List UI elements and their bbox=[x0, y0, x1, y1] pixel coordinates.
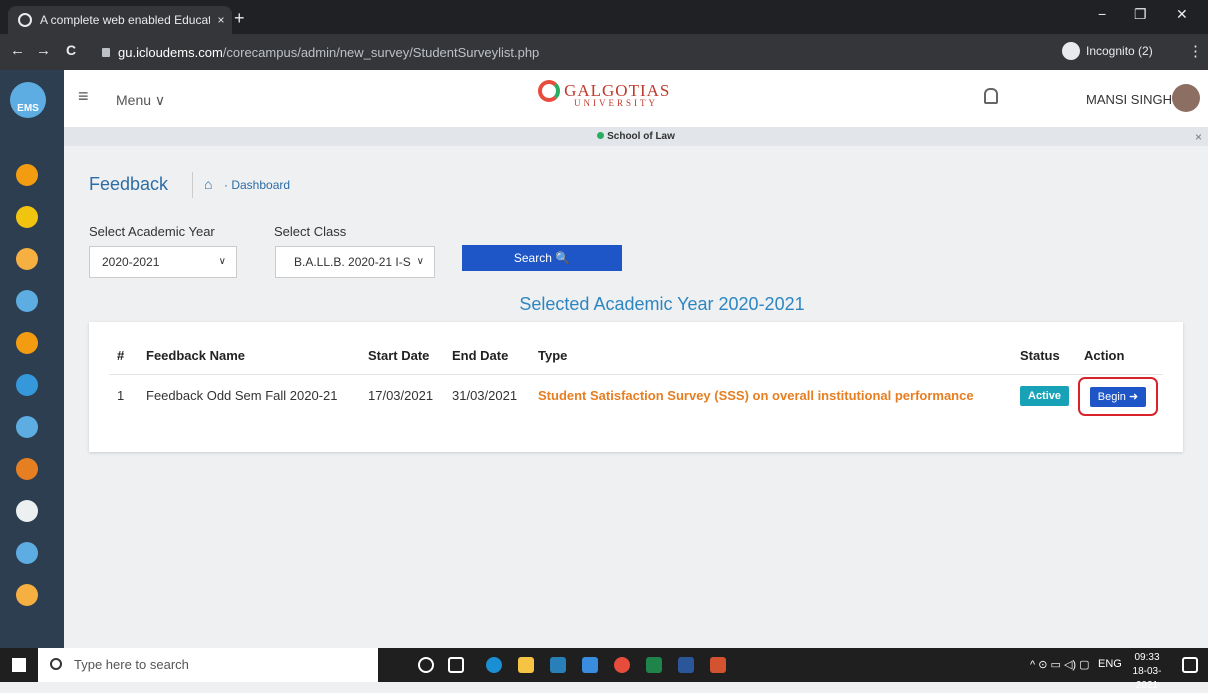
col-end-date: End Date bbox=[452, 348, 509, 363]
forward-button[interactable]: → bbox=[36, 42, 51, 59]
url-path: /corecampus/admin/new_survey/StudentSurv… bbox=[222, 44, 540, 60]
restore-button[interactable]: ❐ bbox=[1134, 6, 1147, 23]
incognito-icon bbox=[1062, 42, 1080, 60]
clock[interactable]: 09:33 18-03-2021 bbox=[1122, 651, 1172, 693]
sidebar-icon-2[interactable] bbox=[16, 206, 38, 228]
menu-toggle[interactable]: Menu ∨ bbox=[116, 92, 165, 109]
minimize-button[interactable]: − bbox=[1098, 6, 1106, 22]
clock-time: 09:33 bbox=[1134, 652, 1160, 663]
windows-start-icon[interactable] bbox=[12, 658, 26, 672]
tab-close-icon[interactable]: × bbox=[210, 13, 232, 27]
year-value: 2020-2021 bbox=[102, 255, 160, 269]
incognito-label: Incognito (2) bbox=[1086, 44, 1153, 58]
university-logo: GALGOTIAS UNIVERSITY bbox=[534, 80, 674, 108]
globe-icon bbox=[18, 13, 32, 27]
page-title: Feedback bbox=[89, 174, 169, 194]
divider bbox=[192, 172, 193, 198]
row-feedback-name: Feedback Odd Sem Fall 2020-21 bbox=[146, 388, 338, 403]
col-action: Action bbox=[1084, 348, 1125, 363]
bell-icon[interactable] bbox=[984, 88, 998, 104]
col-type: Type bbox=[538, 348, 568, 363]
chrome-icon[interactable] bbox=[614, 657, 630, 673]
mail-icon[interactable] bbox=[550, 657, 566, 673]
language-indicator[interactable]: ENG bbox=[1098, 658, 1122, 670]
divider bbox=[109, 374, 1163, 375]
close-window-button[interactable]: ✕ bbox=[1176, 6, 1188, 23]
clock-date: 18-03-2021 bbox=[1132, 666, 1162, 691]
user-name[interactable]: MANSI SINGH bbox=[1086, 92, 1172, 107]
sidebar-icon-9[interactable] bbox=[16, 500, 38, 522]
file-explorer-icon[interactable] bbox=[518, 657, 534, 673]
sidebar bbox=[0, 70, 64, 648]
row-type: Student Satisfaction Survey (SSS) on ove… bbox=[538, 388, 974, 403]
col-num: # bbox=[117, 348, 125, 363]
sidebar-icon-11[interactable] bbox=[16, 584, 38, 606]
edge-icon[interactable] bbox=[486, 657, 502, 673]
word-icon[interactable] bbox=[678, 657, 694, 673]
taskbar-search-input[interactable]: Type here to search bbox=[38, 648, 378, 682]
sidebar-icon-1[interactable] bbox=[16, 164, 38, 186]
row-end-date: 31/03/2021 bbox=[452, 388, 518, 403]
main-content: Feedback ⌂ · Dashboard Select Academic Y… bbox=[64, 146, 1208, 648]
sidebar-icon-4[interactable] bbox=[16, 290, 38, 312]
taskbar: Type here to search ^ ⊙ ▭ ◁) ▢ ENG 09:33… bbox=[0, 648, 1208, 691]
hamburger-icon[interactable]: ≡ bbox=[78, 86, 89, 107]
class-select[interactable]: B.A.LL.B. 2020-21 I-S ∨ bbox=[275, 246, 435, 278]
sidebar-icon-8[interactable] bbox=[16, 458, 38, 480]
col-status: Status bbox=[1020, 348, 1060, 363]
sidebar-icon-5[interactable] bbox=[16, 332, 38, 354]
avatar[interactable] bbox=[1172, 84, 1200, 112]
breadcrumb[interactable]: · Dashboard bbox=[224, 178, 290, 192]
powerpoint-icon[interactable] bbox=[710, 657, 726, 673]
feedback-table-card: # Feedback Name Start Date End Date Type… bbox=[89, 322, 1183, 452]
row-num: 1 bbox=[117, 388, 125, 403]
begin-button[interactable]: Begin ➜ bbox=[1090, 387, 1146, 407]
col-start-date: Start Date bbox=[368, 348, 430, 363]
ems-logo[interactable]: EMS bbox=[10, 82, 46, 118]
status-dot-icon bbox=[597, 132, 605, 139]
home-icon[interactable]: ⌂ bbox=[204, 176, 212, 192]
school-name: School of Law bbox=[607, 131, 675, 142]
col-feedback-name: Feedback Name bbox=[146, 348, 245, 363]
search-button[interactable]: Search 🔍 bbox=[462, 245, 622, 271]
incognito-indicator[interactable]: Incognito (2) bbox=[1062, 42, 1153, 60]
year-select[interactable]: 2020-2021 ∨ bbox=[89, 246, 237, 278]
taskbar-search-placeholder: Type here to search bbox=[74, 657, 189, 672]
app-header: ≡ Menu ∨ GALGOTIAS UNIVERSITY MANSI SING… bbox=[64, 70, 1208, 128]
g-logo-icon bbox=[537, 80, 560, 102]
school-bar: School of Law × bbox=[64, 128, 1208, 146]
class-label: Select Class bbox=[274, 224, 347, 239]
class-value: B.A.LL.B. 2020-21 I-S bbox=[294, 255, 411, 269]
sidebar-icon-3[interactable] bbox=[16, 248, 38, 270]
browser-tab[interactable]: A complete web enabled Educati × bbox=[8, 6, 232, 34]
close-icon[interactable]: × bbox=[1195, 128, 1202, 146]
row-start-date: 17/03/2021 bbox=[368, 388, 434, 403]
cortana-icon[interactable] bbox=[418, 657, 434, 673]
browser-tabbar: A complete web enabled Educati × + − ❐ ✕ bbox=[0, 0, 1208, 34]
lock-icon bbox=[102, 47, 110, 57]
chevron-down-icon: ∨ bbox=[218, 256, 226, 267]
chevron-down-icon: ∨ bbox=[416, 256, 424, 267]
tab-title: A complete web enabled Educati bbox=[40, 13, 210, 27]
dell-icon[interactable] bbox=[582, 657, 598, 673]
selected-year-heading: Selected Academic Year 2020-2021 bbox=[519, 294, 805, 314]
sidebar-icon-7[interactable] bbox=[16, 416, 38, 438]
notification-icon[interactable] bbox=[1182, 657, 1198, 673]
url-host: gu.icloudems.com bbox=[118, 44, 223, 60]
status-badge: Active bbox=[1020, 386, 1070, 406]
browser-menu-button[interactable]: ⋮ bbox=[1188, 42, 1203, 60]
reload-button[interactable]: C bbox=[66, 42, 76, 58]
sidebar-icon-6[interactable] bbox=[16, 374, 38, 396]
sidebar-icon-10[interactable] bbox=[16, 542, 38, 564]
search-icon bbox=[50, 658, 62, 670]
highlight-box: Begin ➜ bbox=[1078, 377, 1158, 416]
task-view-icon[interactable] bbox=[448, 657, 464, 673]
url-field[interactable]: gu.icloudems.com /corecampus/admin/new_s… bbox=[102, 40, 1002, 64]
new-tab-button[interactable]: + bbox=[234, 8, 245, 29]
system-tray-icons[interactable]: ^ ⊙ ▭ ◁) ▢ bbox=[1030, 658, 1090, 671]
brand-sub: UNIVERSITY bbox=[574, 98, 658, 108]
year-label: Select Academic Year bbox=[89, 224, 215, 239]
back-button[interactable]: ← bbox=[10, 42, 25, 59]
excel-icon[interactable] bbox=[646, 657, 662, 673]
